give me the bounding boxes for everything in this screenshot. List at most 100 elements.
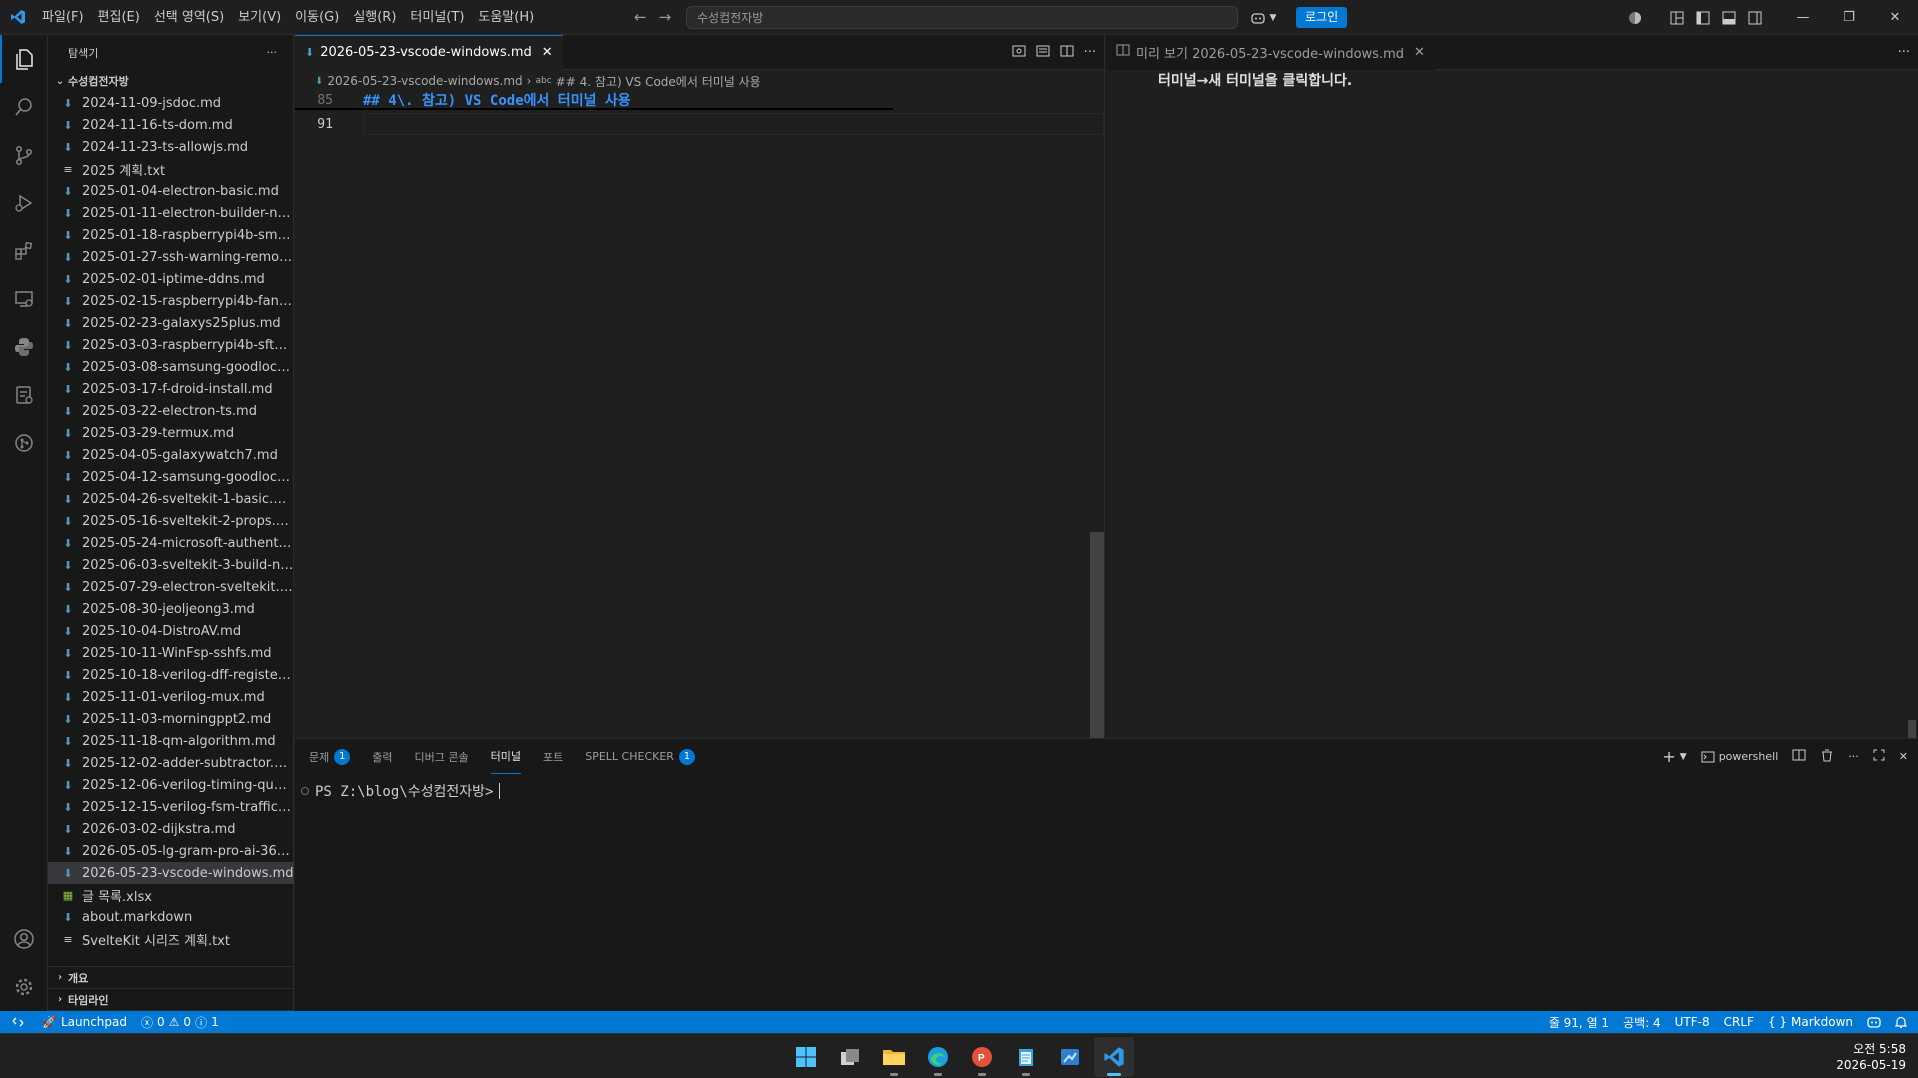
indentation-status[interactable]: 공백: 4 bbox=[1616, 1014, 1668, 1031]
vscode-logo-icon[interactable] bbox=[0, 0, 35, 35]
git-graph-icon[interactable] bbox=[0, 419, 48, 467]
file-item[interactable]: ⬇ 2025-08-30-jeoljeong3.md bbox=[48, 598, 294, 620]
file-item[interactable]: ⬇ 2025-02-01-iptime-ddns.md bbox=[48, 268, 294, 290]
file-item[interactable]: ▦ 글 목록.xlsx bbox=[48, 884, 294, 906]
menu-edit[interactable]: 편집(E) bbox=[91, 0, 147, 35]
file-item[interactable]: ⬇ 2024-11-16-ts-dom.md bbox=[48, 114, 294, 136]
file-item[interactable]: ⬇ 2025-03-08-samsung-goodlock-mu... bbox=[48, 356, 294, 378]
breadcrumb-symbol[interactable]: ## 4. 참고) VS Code에서 터미널 사용 bbox=[556, 73, 761, 90]
file-item[interactable]: ⬇ 2025-10-11-WinFsp-sshfs.md bbox=[48, 642, 294, 664]
close-tab-icon[interactable]: ✕ bbox=[1414, 45, 1425, 60]
file-item[interactable]: ⬇ 2025-12-02-adder-subtractor.md bbox=[48, 752, 294, 774]
file-item[interactable]: ⬇ 2024-11-23-ts-allowjs.md bbox=[48, 136, 294, 158]
file-item[interactable]: ⬇ 2025-03-03-raspberrypi4b-sftp.md bbox=[48, 334, 294, 356]
code-editor[interactable]: 85 ## 4\. 참고) VS Code에서 터미널 사용 91 bbox=[295, 92, 1104, 138]
file-item[interactable]: ⬇ 2024-11-09-jsdoc.md bbox=[48, 92, 294, 114]
cursor-position-status[interactable]: 줄 91, 열 1 bbox=[1542, 1014, 1616, 1031]
menu-selection[interactable]: 선택 영역(S) bbox=[147, 0, 231, 35]
more-actions-icon[interactable]: ··· bbox=[1898, 45, 1910, 60]
kill-terminal-trash-icon[interactable] bbox=[1820, 748, 1834, 765]
file-item[interactable]: ⬇ 2025-11-03-morningppt2.md bbox=[48, 708, 294, 730]
more-actions-icon[interactable]: ··· bbox=[267, 46, 278, 59]
file-item[interactable]: ≡ SvelteKit 시리즈 계획.txt bbox=[48, 928, 294, 950]
minimize-icon[interactable]: — bbox=[1780, 0, 1826, 35]
file-item[interactable]: ⬇ 2025-01-27-ssh-warning-remote-h... bbox=[48, 246, 294, 268]
panel-tab[interactable]: SPELL CHECKER 1 bbox=[585, 739, 695, 774]
scrollbar-thumb[interactable] bbox=[1090, 532, 1104, 738]
file-item[interactable]: ⬇ 2026-03-02-dijkstra.md bbox=[48, 818, 294, 840]
file-item[interactable]: ⬇ 2025-04-12-samsung-goodlock-ca... bbox=[48, 466, 294, 488]
terminal-profile[interactable]: powershell bbox=[1701, 750, 1778, 764]
testing-icon[interactable] bbox=[0, 371, 48, 419]
compare-changes-icon[interactable] bbox=[1036, 44, 1050, 62]
problems-status[interactable]: ⓧ 0 ⚠ 0 ⓘ 1 bbox=[134, 1014, 226, 1031]
menu-go[interactable]: 이동(G) bbox=[288, 0, 346, 35]
workspace-section-header[interactable]: ⌄ 수성컴전자방 bbox=[48, 70, 293, 92]
paint-app-icon[interactable] bbox=[1050, 1037, 1090, 1077]
file-item[interactable]: ⬇ 2025-03-29-termux.md bbox=[48, 422, 294, 444]
split-terminal-icon[interactable] bbox=[1792, 748, 1806, 765]
file-item[interactable]: ⬇ 2025-01-11-electron-builder-nsis.md bbox=[48, 202, 294, 224]
vscode-taskbar-icon[interactable] bbox=[1094, 1036, 1134, 1077]
run-debug-icon[interactable] bbox=[0, 179, 48, 227]
file-item[interactable]: ⬇ about.markdown bbox=[48, 906, 294, 928]
editor-scrollbar[interactable] bbox=[1090, 92, 1104, 738]
copilot-chat-button[interactable]: ▼ bbox=[1240, 6, 1286, 29]
file-item[interactable]: ⬇ 2025-03-22-electron-ts.md bbox=[48, 400, 294, 422]
outline-section-header[interactable]: › 개요 bbox=[48, 967, 294, 989]
language-mode-status[interactable]: { } Markdown bbox=[1761, 1015, 1860, 1029]
system-clock[interactable]: 오전 5:58 2026-05-19 bbox=[1836, 1041, 1906, 1073]
copilot-status-icon[interactable] bbox=[1860, 1015, 1888, 1029]
close-tab-icon[interactable]: ✕ bbox=[542, 45, 553, 60]
panel-tab[interactable]: 포트 bbox=[543, 739, 563, 774]
notifications-bell-icon[interactable] bbox=[1888, 1016, 1914, 1029]
file-item[interactable]: ⬇ 2025-02-23-galaxys25plus.md bbox=[48, 312, 294, 334]
remote-indicator-icon[interactable] bbox=[0, 1011, 35, 1033]
command-center-search[interactable]: 수성컴전자방 bbox=[686, 6, 1238, 29]
close-icon[interactable]: ✕ bbox=[1872, 0, 1918, 35]
file-item[interactable]: ⬇ 2025-01-04-electron-basic.md bbox=[48, 180, 294, 202]
file-item[interactable]: ⬇ 2025-11-01-verilog-mux.md bbox=[48, 686, 294, 708]
search-icon[interactable] bbox=[0, 83, 48, 131]
toggle-panel-icon[interactable] bbox=[1716, 0, 1742, 35]
file-item[interactable]: ⬇ 2026-05-23-vscode-windows.md bbox=[48, 862, 294, 884]
accounts-icon[interactable] bbox=[1622, 0, 1648, 35]
manage-gear-icon[interactable] bbox=[0, 963, 48, 1011]
accounts-icon[interactable] bbox=[0, 915, 48, 963]
remote-explorer-icon[interactable] bbox=[0, 275, 48, 323]
open-preview-icon[interactable] bbox=[1012, 44, 1026, 62]
terminal-output[interactable]: PS Z:\blog\수성컴전자방> bbox=[295, 774, 1918, 801]
preview-tab[interactable]: 미리 보기 2026-05-23-vscode-windows.md ✕ bbox=[1106, 34, 1435, 70]
file-item[interactable]: ⬇ 2025-02-15-raspberrypi4b-fan.md bbox=[48, 290, 294, 312]
menu-help[interactable]: 도움말(H) bbox=[471, 0, 541, 35]
eol-status[interactable]: CRLF bbox=[1717, 1015, 1761, 1029]
panel-tab[interactable]: 문제 1 bbox=[309, 739, 351, 774]
explorer-icon[interactable] bbox=[0, 35, 48, 83]
menu-file[interactable]: 파일(F) bbox=[35, 0, 91, 35]
more-actions-icon[interactable]: ··· bbox=[1848, 750, 1859, 763]
more-actions-icon[interactable]: ··· bbox=[1084, 45, 1096, 60]
sticky-scroll-line[interactable]: 85 ## 4\. 참고) VS Code에서 터미널 사용 bbox=[295, 92, 893, 110]
powerpoint-like-app-icon[interactable]: P bbox=[962, 1037, 1002, 1077]
file-item[interactable]: ⬇ 2025-12-15-verilog-fsm-traffic-light... bbox=[48, 796, 294, 818]
menu-terminal[interactable]: 터미널(T) bbox=[403, 0, 471, 35]
customize-layout-icon[interactable] bbox=[1664, 0, 1690, 35]
terminal-scrollbar[interactable] bbox=[1904, 774, 1918, 1012]
new-terminal-icon[interactable]: + bbox=[1662, 747, 1675, 766]
timeline-section-header[interactable]: › 타임라인 bbox=[48, 989, 294, 1011]
panel-tab[interactable]: 출력 bbox=[372, 739, 392, 774]
file-item[interactable]: ⬇ 2025-04-26-sveltekit-1-basic.md bbox=[48, 488, 294, 510]
task-view-icon[interactable] bbox=[830, 1037, 870, 1077]
breadcrumb-file[interactable]: 2026-05-23-vscode-windows.md bbox=[327, 74, 522, 88]
edge-browser-icon[interactable] bbox=[918, 1037, 958, 1077]
file-item[interactable]: ⬇ 2025-07-29-electron-sveltekit.md bbox=[48, 576, 294, 598]
file-explorer-icon[interactable] bbox=[874, 1037, 914, 1077]
close-panel-icon[interactable]: ✕ bbox=[1899, 750, 1908, 763]
file-item[interactable]: ⬇ 2025-06-03-sveltekit-3-build-node.... bbox=[48, 554, 294, 576]
forward-arrow-icon[interactable]: → bbox=[659, 8, 672, 26]
file-item[interactable]: ⬇ 2025-05-16-sveltekit-2-props.md bbox=[48, 510, 294, 532]
current-line[interactable]: 91 bbox=[295, 110, 1104, 138]
split-editor-icon[interactable] bbox=[1060, 44, 1074, 62]
panel-tab[interactable]: 터미널 bbox=[490, 739, 521, 774]
editor-tab-active[interactable]: ⬇ 2026-05-23-vscode-windows.md ✕ bbox=[295, 34, 563, 70]
